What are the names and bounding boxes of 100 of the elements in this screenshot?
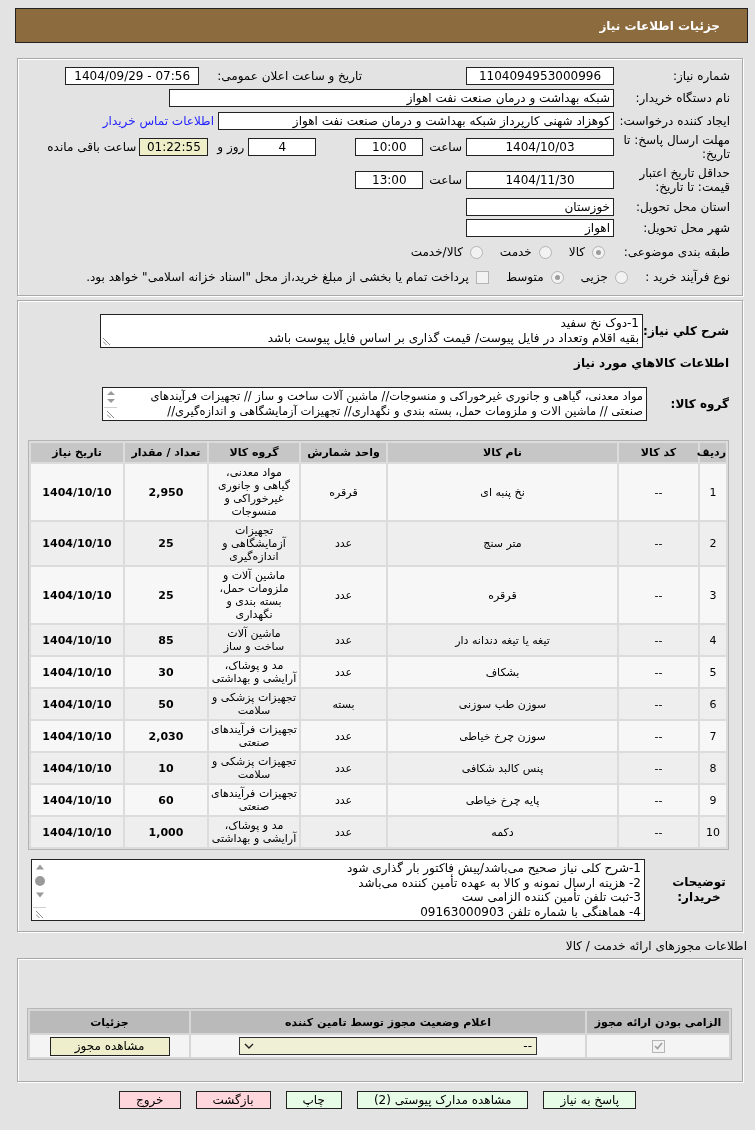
table-cell: 5 — [700, 657, 726, 687]
table-cell: 1404/10/10 — [31, 753, 123, 783]
table-cell: متر سنج — [388, 522, 617, 565]
radio-button[interactable] — [592, 245, 605, 259]
buyer-org-field[interactable]: شبکه بهداشت و درمان صنعت نفت اهواز — [169, 89, 614, 107]
field-label: نام دستگاه خریدار: — [634, 91, 730, 105]
scroll-thumb-icon[interactable] — [34, 876, 45, 886]
goods-group-field[interactable]: مواد معدنی، گیاهی و جانوری غیرخوراکی و منسوجات// ماشین آلات ساخت و ساز // تجهیزات فرآیندهای صنعتی // ماشین الات و ملزومات حمل، بسته بندی و نگهداری// تجهیزات آزمایشگاهی و اندازه‌گیری// — [102, 387, 647, 421]
table-cell: 4 — [700, 625, 726, 655]
table-cell: پنس کالبد شکافی — [388, 753, 617, 783]
table-cell: 1404/10/10 — [31, 522, 123, 565]
table-cell: بسته — [301, 689, 386, 719]
table-cell: 60 — [125, 785, 207, 815]
option-label: متوسط — [505, 270, 544, 284]
need-number-field[interactable]: 1104094953000996 — [466, 67, 614, 85]
buyer-notes-field[interactable]: 1-شرح کلی نیاز صحیح می‌باشد/پیش فاکتور بار گذاری شود 2- هزینه ارسال نمونه و کالا به عهده تأمین کننده می‌باشد 3-ثبت تلفن تأمین کننده الزامی ست 4- هماهنگی با شماره تلفن 09163000903 — [31, 859, 645, 921]
table-cell: 1404/10/10 — [31, 625, 123, 655]
table-cell: عدد — [301, 817, 386, 847]
province-field[interactable]: خوزستان — [466, 198, 614, 216]
table-cell: بشکاف — [388, 657, 617, 687]
radio-button[interactable] — [469, 245, 483, 259]
hours-left-field[interactable]: 01:22:55 — [139, 138, 209, 156]
action-button[interactable]: مشاهده مدارک پیوستی (2) — [356, 1091, 529, 1109]
city-field[interactable]: اهواز — [466, 219, 614, 237]
field-label: ایجاد کننده درخواست: — [618, 113, 730, 128]
table-cell: 1404/10/10 — [31, 817, 123, 847]
table-cell: سوزن طب سوزنی — [388, 689, 617, 719]
column-header: جزئیات — [30, 1011, 189, 1033]
column-header: تعداد / مقدار — [125, 443, 207, 462]
table-cell: 8 — [700, 753, 726, 783]
caret-icon[interactable] — [244, 1043, 254, 1049]
scroll-down-icon[interactable] — [34, 892, 45, 898]
field-label: شرح کلي نیاز: — [643, 324, 729, 338]
deadline-time-field[interactable]: 10:00 — [355, 138, 424, 156]
resize-grip-icon[interactable] — [103, 337, 111, 345]
radio-button[interactable] — [550, 270, 564, 284]
table-cell: -- — [619, 785, 698, 815]
field-label: طبقه بندی موضوعی: — [622, 245, 730, 259]
announce-date-field[interactable]: 1404/09/29 - 07:56 — [65, 67, 200, 85]
table-cell: ماشین آلات و ملزومات حمل، بسته بندی و نگهداری — [209, 567, 299, 623]
column-header: واحد شمارش — [301, 443, 386, 462]
table-cell: تجهیزات فرآیندهای صنعتی — [209, 721, 299, 751]
days-left-field[interactable]: 4 — [248, 138, 317, 156]
table-cell: 7 — [700, 721, 726, 751]
days-label: روز و — [217, 140, 245, 154]
table-cell: 85 — [125, 625, 207, 655]
field-label: شهر محل تحویل: — [642, 221, 730, 235]
table-cell: 2,950 — [125, 464, 207, 520]
action-button[interactable]: چاپ — [285, 1091, 342, 1109]
radio-button[interactable] — [615, 270, 628, 284]
action-button[interactable]: پاسخ به نیاز — [543, 1091, 637, 1109]
table-cell: ماشین آلات ساخت و ساز — [209, 625, 299, 655]
table-cell: عدد — [301, 721, 386, 751]
checkbox[interactable] — [651, 1039, 665, 1053]
requester-field[interactable]: کوهزاد شهنی کارپرداز شبکه بهداشت و درمان صنعت نفت اهواز — [218, 111, 614, 130]
description-field[interactable]: 1-دوک نخ سفید بقیه اقلام وتعداد در فایل پیوست/ قیمت گذاری بر اساس فایل پیوست باشد — [100, 314, 643, 348]
table-cell: تجهیزات پزشکی و سلامت — [209, 689, 299, 719]
resize-grip-icon[interactable] — [35, 910, 44, 918]
table-cell: 50 — [125, 689, 207, 719]
action-button[interactable]: خروج — [118, 1091, 181, 1109]
table-cell: مواد معدنی، گیاهی و جانوری غیرخوراکی و منسوجات — [209, 464, 299, 520]
table-cell: 1 — [700, 464, 726, 520]
table-cell: 25 — [125, 567, 207, 623]
table-cell: -- — [619, 721, 698, 751]
table-cell: 9 — [700, 785, 726, 815]
action-button[interactable]: بازگشت — [195, 1091, 271, 1109]
time-label: ساعت — [429, 172, 462, 187]
status-select[interactable]: -- — [239, 1037, 537, 1055]
table-cell: مد و پوشاک، آرایشی و بهداشتی — [209, 817, 299, 847]
column-header: اعلام وضعیت مجوز توسط تامین کننده — [191, 1011, 585, 1033]
radio-button[interactable] — [538, 245, 552, 259]
column-header: نام کالا — [388, 443, 617, 462]
column-header: الزامی بودن ارائه مجوز — [587, 1011, 729, 1033]
view-license-button[interactable]: مشاهده مجوز — [49, 1036, 170, 1056]
deadline-date-field[interactable]: 1404/10/03 — [466, 138, 614, 156]
table-cell: 1404/10/10 — [31, 785, 123, 815]
table-cell: 10 — [125, 753, 207, 783]
column-header: کد کالا — [619, 443, 698, 462]
scroll-arrows-icon[interactable] — [105, 390, 116, 404]
buyer-contact-link[interactable]: اطلاعات تماس خریدار — [102, 113, 214, 128]
validity-date-field[interactable]: 1404/11/30 — [466, 170, 614, 189]
table-cell: تجهیزات فرآیندهای صنعتی — [209, 785, 299, 815]
field-label: تاریخ و ساعت اعلان عمومی: — [217, 69, 362, 83]
table-cell: سوزن چرخ خیاطی — [388, 721, 617, 751]
table-cell: 3 — [700, 567, 726, 623]
hours-left-label: ساعت باقی مانده — [47, 140, 137, 154]
table-cell: 1404/10/10 — [31, 464, 123, 520]
validity-time-field[interactable]: 13:00 — [355, 170, 424, 189]
field-label: توضیحات خریدار: — [671, 875, 727, 905]
resize-grip-icon[interactable] — [106, 410, 115, 418]
table-cell: قرقره — [388, 567, 617, 623]
table-cell: -- — [619, 657, 698, 687]
table-cell: -- — [619, 753, 698, 783]
checkbox[interactable] — [475, 270, 489, 284]
table-cell: عدد — [301, 785, 386, 815]
table-cell: عدد — [301, 625, 386, 655]
scroll-up-icon[interactable] — [34, 864, 45, 870]
page-title: جزئیات اطلاعات نیاز — [599, 18, 720, 33]
table-cell: 10 — [700, 817, 726, 847]
section-title: اطلاعات کالاهاي مورد نیاز — [572, 356, 729, 371]
